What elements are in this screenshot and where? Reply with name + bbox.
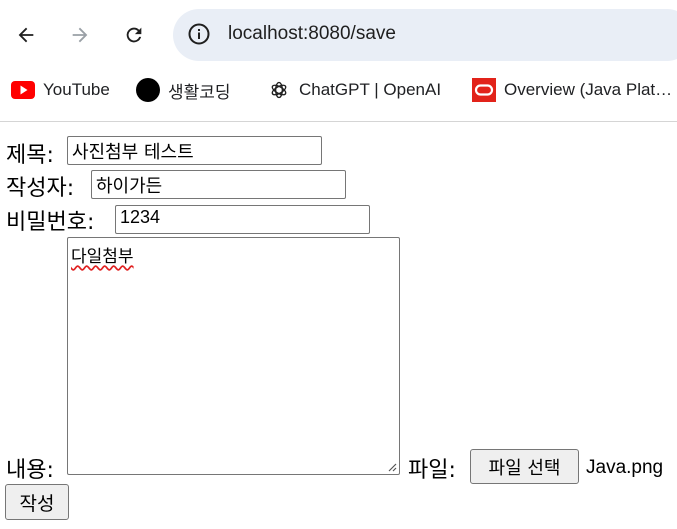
bookmark-label: ChatGPT | OpenAI xyxy=(299,80,442,99)
bookmark-label: Overview (Java Plat… xyxy=(504,80,673,99)
black-circle-icon xyxy=(136,78,160,102)
password-label: 비밀번호: xyxy=(6,210,95,235)
title-label: 제목: xyxy=(6,143,54,168)
content-text: 다일첨부 xyxy=(71,247,134,267)
forward-arrow-icon xyxy=(72,27,88,43)
back-button[interactable] xyxy=(11,20,41,50)
writer-input[interactable]: 하이가든 xyxy=(91,170,346,199)
youtube-icon xyxy=(11,78,35,102)
content-label: 내용: xyxy=(6,458,54,483)
reload-icon xyxy=(126,27,142,43)
bookmark-label: 생활코딩 xyxy=(168,82,231,102)
bookmark-label: YouTube xyxy=(43,80,110,99)
bookmark-chatgpt[interactable]: ChatGPT | OpenAI xyxy=(267,76,441,104)
file-name: Java.png xyxy=(586,457,664,478)
file-select-button[interactable]: 파일 선택 xyxy=(470,449,579,484)
bookmark-saenghwalcoding[interactable]: 생활코딩 xyxy=(136,76,231,104)
resize-grip-icon[interactable] xyxy=(386,461,397,472)
openai-icon xyxy=(267,78,291,102)
bookmark-java-overview[interactable]: Overview (Java Plat… xyxy=(472,76,672,104)
writer-label: 작성자: xyxy=(6,176,75,201)
bookmark-youtube[interactable]: YouTube xyxy=(11,76,110,104)
site-info-icon[interactable] xyxy=(187,22,211,46)
browser-chrome: localhost:8080/save YouTube 생활코딩 ChatGPT… xyxy=(0,0,677,122)
file-label: 파일: xyxy=(408,458,456,483)
back-arrow-icon xyxy=(18,27,34,43)
submit-button[interactable]: 작성 xyxy=(5,484,69,520)
reload-button[interactable] xyxy=(119,20,149,50)
address-bar[interactable]: localhost:8080/save xyxy=(173,9,677,61)
content-textarea[interactable]: 다일첨부 xyxy=(67,237,400,475)
password-input[interactable]: 1234 xyxy=(115,205,370,234)
title-input[interactable]: 사진첨부 테스트 xyxy=(67,136,322,165)
forward-button[interactable] xyxy=(65,20,95,50)
oracle-icon xyxy=(472,78,496,102)
url-text[interactable]: localhost:8080/save xyxy=(228,23,396,45)
